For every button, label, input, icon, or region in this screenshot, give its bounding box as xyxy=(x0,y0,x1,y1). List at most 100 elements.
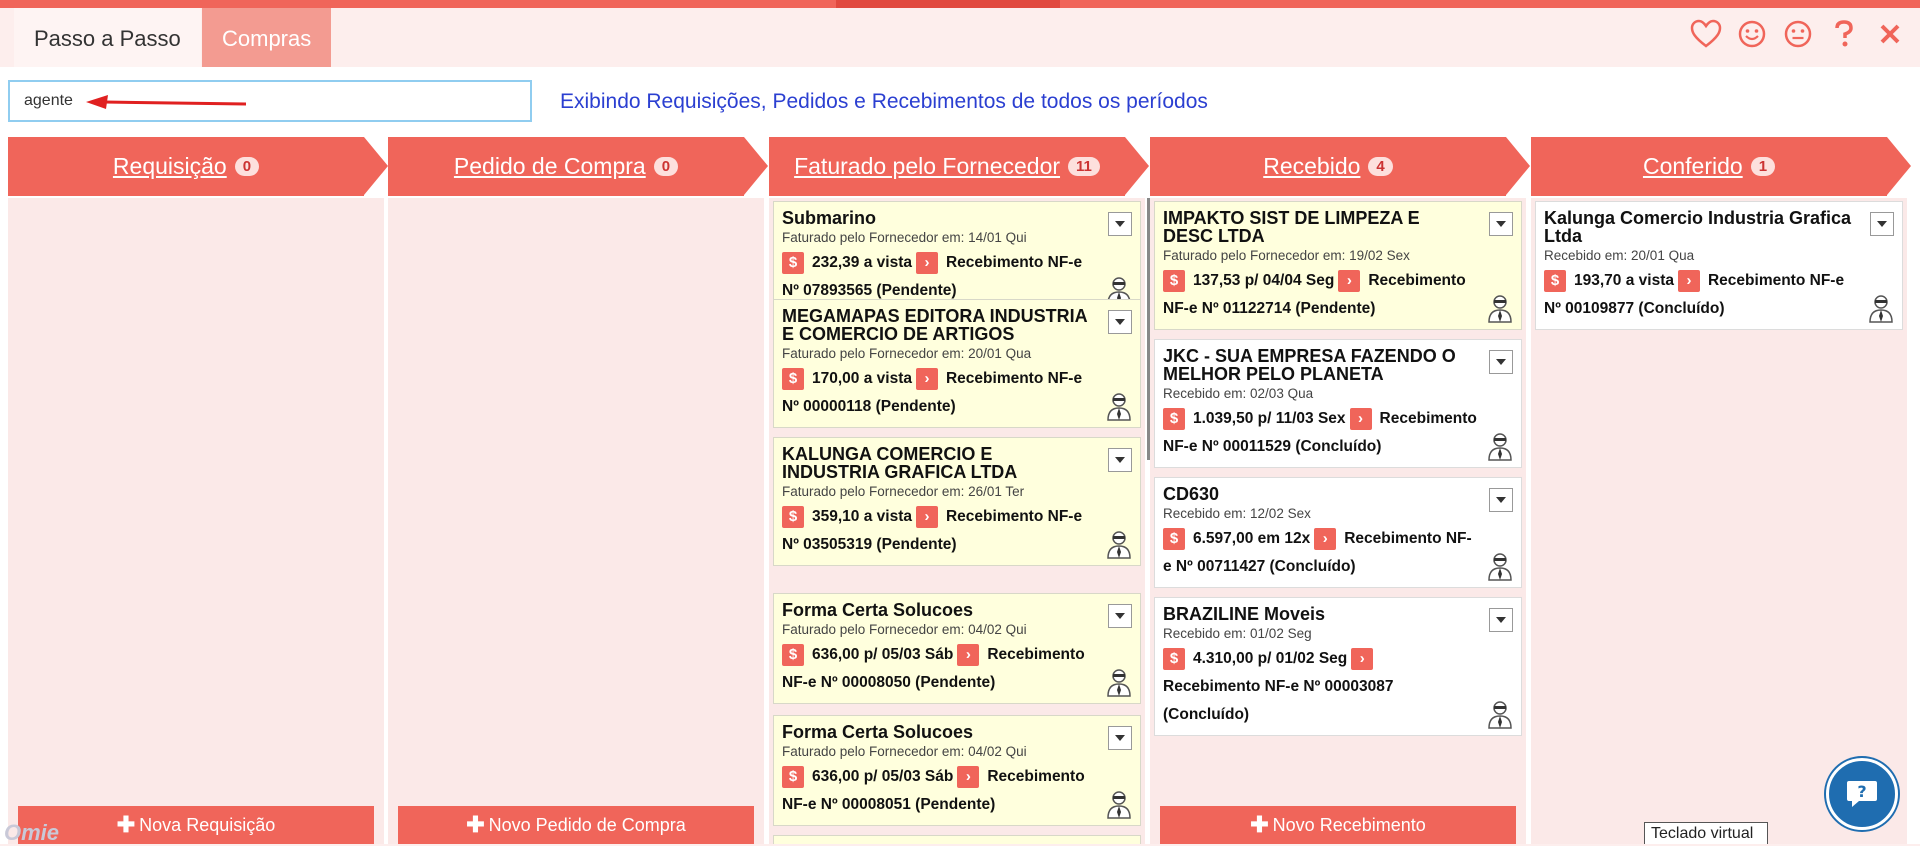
column-recebido: Recebido 4 IMPAKTO SIST DE LIMPEZA E DESC… xyxy=(1150,137,1530,844)
chevron-right-icon[interactable]: › xyxy=(1351,647,1374,670)
dollar-icon: $ xyxy=(1163,407,1185,430)
plus-icon: ✚ xyxy=(1250,812,1269,837)
column-body xyxy=(388,198,764,844)
card[interactable]: Forma Certa Solucoes Faturado pelo Forne… xyxy=(773,593,1141,704)
column-header-requisicao[interactable]: Requisição 0 xyxy=(8,137,388,196)
card-dropdown-button[interactable] xyxy=(1108,726,1132,750)
column-faturado-pelo-fornecedor: Faturado pelo Fornecedor 11 Submarino Fat… xyxy=(769,137,1149,844)
card[interactable]: KALUNGA COMERCIO E INDUSTRIA GRAFICA LTD… xyxy=(773,437,1141,566)
card-supplier-name: IMPAKTO SIST DE LIMPEZA E DESC LTDA xyxy=(1163,208,1420,246)
top-icons xyxy=(1690,18,1906,50)
novo-recebimento-button[interactable]: ✚ Novo Recebimento xyxy=(1160,806,1516,844)
column-conferido: Conferido 1 Kalunga Comercio Industria Gr… xyxy=(1531,137,1911,844)
card-dropdown-button[interactable] xyxy=(1489,608,1513,632)
plus-icon: ✚ xyxy=(116,812,136,837)
card[interactable]: IMPAKTO SIST DE LIMPEZA E DESC LTDA Fatu… xyxy=(1154,201,1522,330)
card-date: Faturado pelo Fornecedor em: 04/02 Qui xyxy=(782,744,1027,759)
card-supplier-name: CD630 xyxy=(1163,484,1220,504)
dollar-icon: $ xyxy=(782,251,804,274)
column-header-conferido[interactable]: Conferido 1 xyxy=(1531,137,1911,196)
card-supplier-name: MEGAMAPAS EDITORA INDUSTRIA E COMERCIO D… xyxy=(782,306,1088,344)
chevron-right-icon[interactable]: › xyxy=(1349,407,1372,430)
chevron-right-icon[interactable]: › xyxy=(915,505,938,528)
card-dropdown-button[interactable] xyxy=(1108,448,1132,472)
card-partial[interactable] xyxy=(773,835,1141,844)
chat-button[interactable]: ? xyxy=(1826,758,1898,830)
chat-icon: ? xyxy=(1847,781,1877,807)
column-header-pedido-de-compra[interactable]: Pedido de Compra 0 xyxy=(388,137,768,196)
card[interactable]: BRAZILINE Moveis Recebido em: 01/02 Seg … xyxy=(1154,597,1522,736)
card-value: 232,39 a vista xyxy=(812,254,912,271)
card[interactable]: Forma Certa Solucoes Faturado pelo Forne… xyxy=(773,715,1141,826)
close-icon[interactable] xyxy=(1874,18,1906,50)
card-date: Recebido em: 02/03 Qua xyxy=(1163,386,1314,401)
help-icon[interactable] xyxy=(1828,18,1860,50)
card-supplier-name: Kalunga Comercio Industria Grafica Ltda xyxy=(1544,208,1852,246)
card-dropdown-button[interactable] xyxy=(1108,604,1132,628)
tab-passo-a-passo[interactable]: Passo a Passo xyxy=(14,8,201,67)
card-value: 359,10 a vista xyxy=(812,508,912,525)
card-value: 636,00 p/ 05/03 Sáb xyxy=(812,768,954,785)
neutral-face-icon[interactable] xyxy=(1782,18,1814,50)
column-header-faturado[interactable]: Faturado pelo Fornecedor 11 xyxy=(769,137,1149,196)
chevron-right-icon[interactable]: › xyxy=(1314,527,1337,550)
column-body: Submarino Faturado pelo Fornecedor em: 1… xyxy=(769,198,1145,844)
dollar-icon: $ xyxy=(1163,647,1185,670)
card-dropdown-button[interactable] xyxy=(1489,212,1513,236)
card-date: Recebido em: 12/02 Sex xyxy=(1163,506,1311,521)
smile-icon[interactable] xyxy=(1736,18,1768,50)
arrow-annotation xyxy=(86,95,246,109)
card-supplier-name: KALUNGA COMERCIO E INDUSTRIA GRAFICA LTD… xyxy=(782,444,1018,482)
card[interactable]: Kalunga Comercio Industria Grafica Ltda … xyxy=(1535,201,1903,330)
card-dropdown-button[interactable] xyxy=(1108,212,1132,236)
column-pedido-de-compra: Pedido de Compra 0 ✚ Novo Pedido de Compra xyxy=(388,137,768,844)
card-action[interactable]: Recebimento NF-e Nº 00003087 (Concluído) xyxy=(1163,678,1394,723)
card-supplier-name: BRAZILINE Moveis xyxy=(1163,604,1326,624)
tab-compras[interactable]: Compras xyxy=(202,8,332,67)
virtual-keyboard-tab[interactable]: Teclado virtual xyxy=(1644,822,1768,844)
card[interactable]: MEGAMAPAS EDITORA INDUSTRIA E COMERCIO D… xyxy=(773,299,1141,428)
card-date: Faturado pelo Fornecedor em: 20/01 Qua xyxy=(782,346,1032,361)
card-date: Faturado pelo Fornecedor em: 14/01 Qui xyxy=(782,230,1027,245)
card-date: Faturado pelo Fornecedor em: 26/01 Ter xyxy=(782,484,1025,499)
top-stripe-highlight xyxy=(836,0,1060,8)
agent-icon xyxy=(1107,531,1131,559)
dollar-icon: $ xyxy=(782,643,804,666)
column-header-recebido[interactable]: Recebido 4 xyxy=(1150,137,1530,196)
plus-icon: ✚ xyxy=(466,812,485,837)
agent-icon xyxy=(1107,393,1131,421)
agent-icon xyxy=(1107,791,1131,819)
card-dropdown-button[interactable] xyxy=(1870,212,1894,236)
card-supplier-name: Submarino xyxy=(782,208,877,228)
card[interactable]: JKC - SUA EMPRESA FAZENDO O MELHOR PELO … xyxy=(1154,339,1522,468)
omie-logo: Omie xyxy=(4,820,60,845)
chevron-right-icon[interactable]: › xyxy=(957,643,980,666)
card-date: Faturado pelo Fornecedor em: 04/02 Qui xyxy=(782,622,1027,637)
card-value: 4.310,00 p/ 01/02 Seg xyxy=(1193,650,1348,667)
chevron-right-icon[interactable]: › xyxy=(915,367,938,390)
count-badge: 11 xyxy=(1068,157,1100,176)
card[interactable]: Submarino Faturado pelo Fornecedor em: 1… xyxy=(773,201,1141,312)
novo-pedido-de-compra-button[interactable]: ✚ Novo Pedido de Compra xyxy=(398,806,754,844)
card-value: 636,00 p/ 05/03 Sáb xyxy=(812,646,954,663)
card-supplier-name: Forma Certa Solucoes xyxy=(782,722,974,742)
dollar-icon: $ xyxy=(782,765,804,788)
card-dropdown-button[interactable] xyxy=(1108,310,1132,334)
card-dropdown-button[interactable] xyxy=(1489,488,1513,512)
period-info-text: Exibindo Requisições, Pedidos e Recebime… xyxy=(560,90,1208,113)
card-dropdown-button[interactable] xyxy=(1489,350,1513,374)
chevron-right-icon[interactable]: › xyxy=(957,765,980,788)
chevron-right-icon[interactable]: › xyxy=(1338,269,1361,292)
nova-requisicao-button[interactable]: ✚ Nova Requisição xyxy=(18,806,374,844)
agent-icon xyxy=(1488,295,1512,323)
agent-icon xyxy=(1107,669,1131,697)
card[interactable]: CD630 Recebido em: 12/02 Sex $6.597,00 e… xyxy=(1154,477,1522,588)
card-date: Recebido em: 20/01 Qua xyxy=(1544,248,1695,263)
chevron-right-icon[interactable]: › xyxy=(1677,269,1700,292)
dollar-icon: $ xyxy=(1163,527,1185,550)
count-badge: 4 xyxy=(1368,157,1393,176)
agent-icon xyxy=(1869,295,1893,323)
chevron-right-icon[interactable]: › xyxy=(915,251,938,274)
heart-icon[interactable] xyxy=(1690,18,1722,50)
card-supplier-name: JKC - SUA EMPRESA FAZENDO O MELHOR PELO … xyxy=(1163,346,1456,384)
